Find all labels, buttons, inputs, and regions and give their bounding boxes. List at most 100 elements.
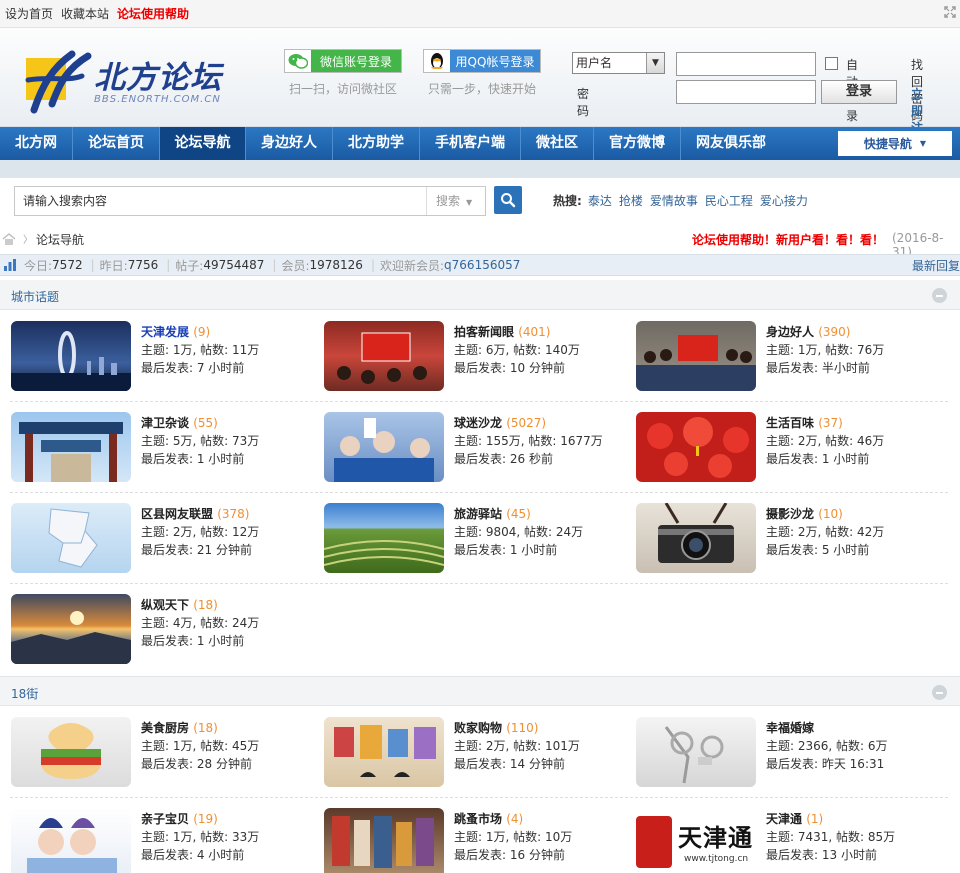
nav-item-forum-home[interactable]: 论坛首页	[73, 127, 160, 160]
forum-thumbnail[interactable]	[11, 321, 131, 391]
forum-name[interactable]: 天津通 (1)	[766, 810, 823, 827]
forum-card-jinwei-talk[interactable]: 津卫杂谈 (55) 主题: 5万, 帖数: 73万 最后发表: 1 小时前	[11, 412, 311, 484]
fullscreen-icon[interactable]	[943, 6, 957, 20]
forum-card-county-alliance[interactable]: 区县网友联盟 (378) 主题: 2万, 帖数: 12万 最后发表: 21 分钟…	[11, 503, 311, 575]
bookmark-link[interactable]: 收藏本站	[61, 5, 109, 22]
forum-name[interactable]: 亲子宝贝 (19)	[141, 810, 218, 827]
forum-thumbnail[interactable]	[324, 321, 444, 391]
nav-item-forum-guide[interactable]: 论坛导航	[160, 127, 246, 160]
auto-login-checkbox[interactable]	[825, 57, 838, 70]
forum-card-tianjintong[interactable]: 天津通 www.tjtong.cn 天津通 (1) 主题: 7431, 帖数: …	[636, 808, 936, 873]
search-input[interactable]: 请输入搜索内容	[15, 187, 425, 215]
hot-word[interactable]: 爱情故事	[650, 192, 698, 209]
forum-last-post: 最后发表: 10 分钟前	[454, 361, 565, 375]
login-submit-button[interactable]: 登录	[821, 80, 897, 104]
forum-thumbnail[interactable]	[11, 503, 131, 573]
forum-card-fan-salon[interactable]: 球迷沙龙 (5027) 主题: 155万, 帖数: 1677万 最后发表: 26…	[324, 412, 624, 484]
search-scope-select[interactable]: 搜索 ▼	[426, 187, 486, 215]
row-divider	[10, 583, 948, 584]
wechat-login-button[interactable]: 微信账号登录	[284, 49, 402, 73]
forum-thumbnail[interactable]	[636, 321, 756, 391]
forum-name[interactable]: 生活百味 (37)	[766, 414, 843, 431]
password-input[interactable]	[676, 80, 816, 104]
forum-name[interactable]: 拍客新闻眼 (401)	[454, 323, 550, 340]
forum-stats-bar: 今日: 7572 | 昨日: 7756 | 帖子: 49754487 | 会员: 197…	[0, 254, 960, 276]
collapse-icon[interactable]	[932, 685, 947, 700]
forum-thumbnail[interactable]: 天津通 www.tjtong.cn	[636, 808, 756, 873]
site-logo[interactable]: 北方论坛 BBS.ENORTH.COM.CN	[22, 46, 222, 134]
newest-member-link[interactable]: q766156057	[444, 258, 520, 272]
forum-today-count: (390)	[818, 325, 851, 339]
forum-card-parenting[interactable]: 亲子宝贝 (19) 主题: 1万, 帖数: 33万 最后发表: 4 小时前	[11, 808, 311, 873]
forum-name[interactable]: 津卫杂谈 (55)	[141, 414, 218, 431]
nav-item-student-aid[interactable]: 北方助学	[333, 127, 420, 160]
wechat-hint: 扫一扫，访问微社区	[288, 82, 397, 96]
nav-item-good-people[interactable]: 身边好人	[246, 127, 333, 160]
qq-login-button[interactable]: 用QQ帐号登录	[423, 49, 541, 73]
forum-card-tianjin-dev[interactable]: 天津发展 (9) 主题: 1万, 帖数: 11万 最后发表: 7 小时前	[11, 321, 311, 393]
forum-thumbnail[interactable]	[324, 808, 444, 873]
forum-thumbnail[interactable]	[636, 412, 756, 482]
username-input[interactable]	[676, 52, 816, 76]
forum-thumbnail[interactable]	[11, 808, 131, 873]
forum-name[interactable]: 身边好人 (390)	[766, 323, 850, 340]
hot-word[interactable]: 泰达	[588, 192, 612, 209]
forum-card-travel[interactable]: 旅游驿站 (45) 主题: 9804, 帖数: 24万 最后发表: 1 小时前	[324, 503, 624, 575]
forum-name[interactable]: 纵观天下 (18)	[141, 596, 218, 613]
forum-card-shopping[interactable]: 败家购物 (110) 主题: 2万, 帖数: 101万 最后发表: 14 分钟前	[324, 717, 624, 789]
forum-card-food[interactable]: 美食厨房 (18) 主题: 1万, 帖数: 45万 最后发表: 28 分钟前	[11, 717, 311, 789]
collapse-icon[interactable]	[932, 288, 947, 303]
hot-word[interactable]: 爱心接力	[760, 192, 808, 209]
forum-card-life[interactable]: 生活百味 (37) 主题: 2万, 帖数: 46万 最后发表: 1 小时前	[636, 412, 936, 484]
forum-name[interactable]: 跳蚤市场 (4)	[454, 810, 523, 827]
forum-name[interactable]: 旅游驿站 (45)	[454, 505, 531, 522]
nav-item-beifang[interactable]: 北方网	[0, 127, 73, 160]
forum-name-text: 跳蚤市场	[454, 812, 503, 826]
nav-item-micro-community[interactable]: 微社区	[521, 127, 594, 160]
forum-name-text: 身边好人	[766, 325, 815, 339]
forum-name[interactable]: 天津发展 (9)	[141, 323, 210, 340]
set-home-link[interactable]: 设为首页	[5, 5, 53, 22]
forum-thumbnail[interactable]	[324, 412, 444, 482]
forum-today-count: (45)	[506, 507, 531, 521]
chevron-right-icon: 〉	[23, 235, 33, 246]
forum-thumbnail[interactable]	[11, 412, 131, 482]
forum-name[interactable]: 幸福婚嫁	[766, 719, 814, 736]
hot-word[interactable]: 民心工程	[705, 192, 753, 209]
forum-card-photo-news[interactable]: 拍客新闻眼 (401) 主题: 6万, 帖数: 140万 最后发表: 10 分钟…	[324, 321, 624, 393]
stat-members-label: 会员:	[281, 258, 310, 273]
stat-yesterday-value: 7756	[127, 258, 159, 272]
forum-help-link[interactable]: 论坛使用帮助	[117, 5, 189, 22]
forum-card-flea-market[interactable]: 跳蚤市场 (4) 主题: 1万, 帖数: 10万 最后发表: 16 分钟前	[324, 808, 624, 873]
search-button[interactable]	[494, 186, 522, 214]
forum-thumbnail[interactable]	[11, 717, 131, 787]
forum-card-photography[interactable]: 摄影沙龙 (10) 主题: 2万, 帖数: 42万 最后发表: 5 小时前	[636, 503, 936, 575]
nav-item-mobile-client[interactable]: 手机客户端	[420, 127, 521, 160]
forum-name[interactable]: 摄影沙龙 (10)	[766, 505, 843, 522]
login-field-select[interactable]: 用户名 ▼	[572, 52, 665, 74]
quick-nav-label: 快捷导航	[863, 137, 912, 151]
forum-thumbnail[interactable]	[324, 503, 444, 573]
forum-card-world-view[interactable]: 纵观天下 (18) 主题: 4万, 帖数: 24万 最后发表: 1 小时前	[11, 594, 311, 666]
nav-item-official-weibo[interactable]: 官方微博	[594, 127, 681, 160]
forum-thumbnail[interactable]	[11, 594, 131, 664]
forum-name[interactable]: 败家购物 (110)	[454, 719, 538, 736]
forum-card-good-people[interactable]: 身边好人 (390) 主题: 1万, 帖数: 76万 最后发表: 半小时前	[636, 321, 936, 393]
stat-today-label: 今日:	[24, 258, 53, 273]
quick-nav-button[interactable]: 快捷导航 ▼	[838, 131, 952, 156]
divider: |	[370, 258, 375, 272]
forum-thumbnail[interactable]	[324, 717, 444, 787]
hot-word[interactable]: 抢楼	[619, 192, 643, 209]
nav-item-netizen-club[interactable]: 网友俱乐部	[681, 127, 781, 160]
forum-name[interactable]: 区县网友联盟 (378)	[141, 505, 249, 522]
home-icon[interactable]	[2, 233, 16, 245]
forum-thumbnail[interactable]	[636, 717, 756, 787]
forum-name[interactable]: 美食厨房 (18)	[141, 719, 218, 736]
forum-name-text: 天津通	[766, 812, 803, 826]
forum-thumbnail[interactable]	[636, 503, 756, 573]
forum-card-wedding[interactable]: 幸福婚嫁 主题: 2366, 帖数: 6万 最后发表: 昨天 16:31	[636, 717, 936, 789]
help-notice-link[interactable]: 论坛使用帮助！新用户看！看！看！	[692, 231, 884, 248]
latest-reply-link[interactable]: 最新回复	[912, 257, 960, 274]
forum-name[interactable]: 球迷沙龙 (5027)	[454, 414, 546, 431]
row-divider	[10, 492, 948, 493]
